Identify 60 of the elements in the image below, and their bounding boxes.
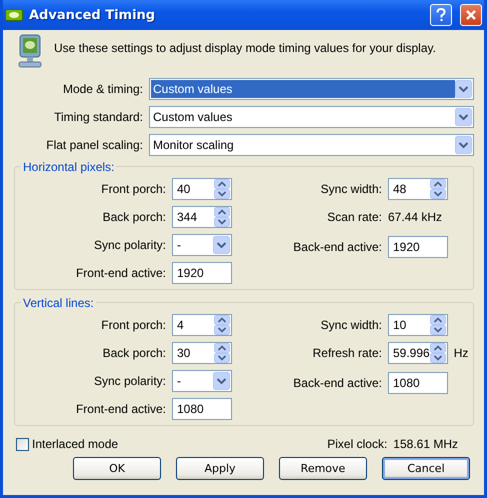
input-field[interactable]: 1080 [172, 398, 232, 420]
dialog-button[interactable]: Cancel [382, 457, 470, 480]
spin-field[interactable]: 59.996 [388, 342, 448, 364]
field-label: Refresh rate: [312, 346, 382, 360]
group-title: Vertical lines: [21, 296, 96, 310]
field-label: Scan rate: [326, 210, 382, 224]
checkbox[interactable] [16, 438, 29, 450]
spin-field[interactable]: 30 [172, 342, 232, 364]
group-title: Horizontal pixels: [21, 160, 116, 174]
dropdown[interactable]: - [172, 234, 232, 256]
field-label: Sync polarity: [92, 374, 166, 388]
field-label: Back porch: [102, 210, 166, 224]
dialog-button[interactable]: Apply [176, 457, 264, 480]
field-label: Front porch: [100, 318, 166, 332]
unit-label: Hz [454, 346, 468, 360]
field-label: Sync polarity: [92, 238, 166, 252]
spin-buttons-icon[interactable] [214, 207, 230, 227]
spin-field[interactable]: 40 [172, 178, 232, 200]
field-label: Flat panel scaling: [45, 138, 143, 152]
help-button[interactable] [430, 4, 452, 26]
spin-field[interactable]: 344 [172, 206, 232, 228]
monitor-icon [16, 34, 42, 68]
dropdown[interactable]: - [172, 370, 232, 392]
field-label: Front-end active: [74, 402, 166, 416]
dialog-button[interactable]: OK [73, 457, 161, 480]
close-button[interactable] [460, 4, 482, 26]
spin-buttons-icon[interactable] [214, 315, 230, 335]
field-label: Sync width: [320, 318, 382, 332]
input-field[interactable]: 1920 [172, 262, 232, 284]
value-text: 67.44 kHz [388, 210, 442, 224]
spin-buttons-icon[interactable] [214, 179, 230, 199]
app-icon [5, 9, 23, 21]
field-label: Timing standard: [53, 110, 143, 124]
dialog-button[interactable]: Remove [279, 457, 367, 480]
spin-field[interactable]: 48 [388, 178, 448, 200]
input-field[interactable]: 1920 [388, 236, 448, 258]
dropdown[interactable]: Monitor scaling [149, 134, 474, 156]
spin-buttons-icon[interactable] [430, 315, 446, 335]
dropdown[interactable]: Custom values [149, 106, 474, 128]
spin-buttons-icon[interactable] [430, 179, 446, 199]
spin-field[interactable]: 4 [172, 314, 232, 336]
checkbox-label: Interlaced mode [32, 437, 118, 451]
field-label: Sync width: [320, 182, 382, 196]
spin-buttons-icon[interactable] [214, 343, 230, 363]
field-label: Back porch: [102, 346, 166, 360]
window-title: Advanced Timing [29, 8, 156, 22]
field-label: Mode & timing: [62, 82, 143, 96]
spin-field[interactable]: 10 [388, 314, 448, 336]
spin-buttons-icon[interactable] [430, 343, 446, 363]
input-field[interactable]: 1080 [388, 372, 448, 394]
dropdown[interactable]: Custom values [149, 78, 474, 100]
value-text: 158.61 MHz [393, 437, 458, 451]
field-label: Back-end active: [292, 376, 382, 390]
description-text: Use these settings to adjust display mode timing values for your display. [54, 41, 436, 55]
close-icon [465, 9, 477, 21]
help-icon [435, 8, 447, 22]
field-label: Pixel clock: [327, 437, 388, 451]
field-label: Front-end active: [74, 266, 166, 280]
field-label: Front porch: [100, 182, 166, 196]
field-label: Back-end active: [292, 240, 382, 254]
